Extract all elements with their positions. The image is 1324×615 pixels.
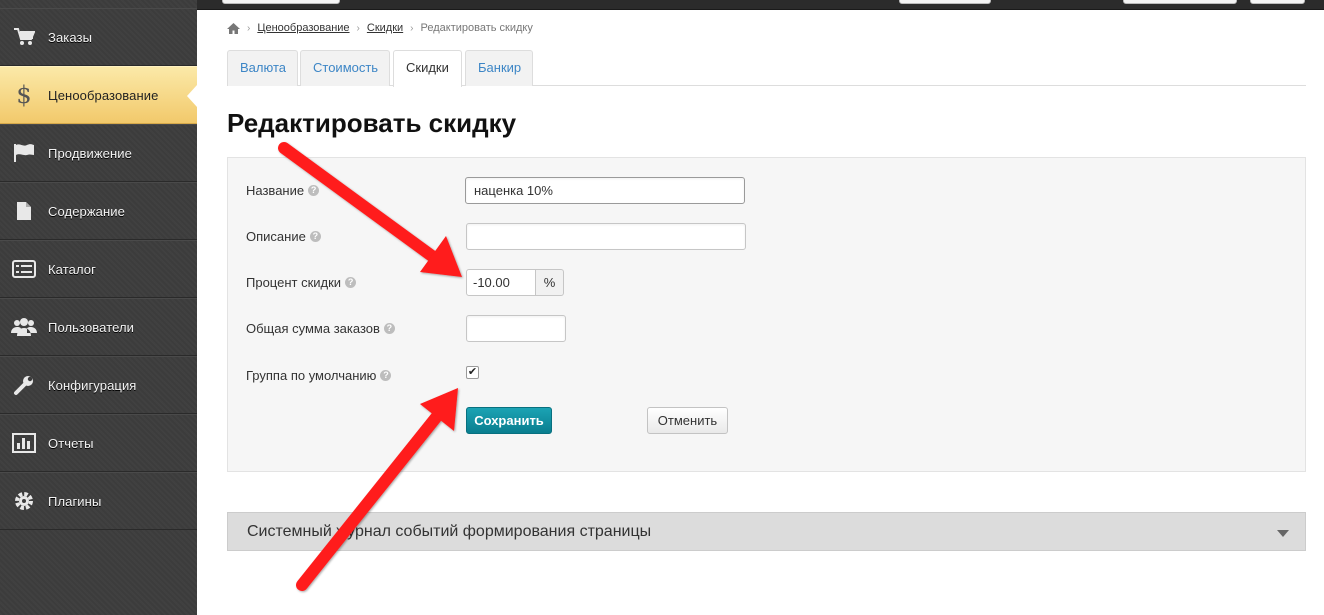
sidebar-item-label: Содержание (48, 203, 125, 219)
breadcrumb-separator: › (247, 22, 251, 34)
list-icon (0, 240, 48, 298)
breadcrumb-current: Редактировать скидку (420, 22, 533, 34)
discount-percent-group: % (466, 269, 564, 296)
tab-bar: Валюта Стоимость Скидки Банкир (227, 50, 1306, 87)
flag-icon (0, 124, 48, 182)
description-label-text: Описание (246, 229, 306, 244)
help-icon[interactable]: ? (383, 323, 395, 334)
chart-icon (0, 414, 48, 472)
gear-icon (0, 472, 48, 530)
tab-cost[interactable]: Стоимость (300, 50, 390, 86)
sidebar: Заказы $ Ценообразование Продвижение Сод… (0, 0, 197, 615)
sidebar-item-label: Продвижение (48, 145, 132, 161)
cancel-button[interactable]: Отменить (647, 407, 728, 434)
save-button[interactable]: Сохранить (466, 407, 552, 434)
help-icon[interactable]: ? (308, 185, 320, 196)
breadcrumb: › Ценообразование › Скидки › Редактирова… (227, 22, 533, 34)
form-panel (227, 157, 1306, 472)
sidebar-item-label: Пользователи (48, 319, 135, 335)
system-log-panel[interactable]: Системный журнал событий формирования ст… (227, 512, 1306, 551)
help-icon[interactable]: ? (309, 231, 321, 242)
dollar-icon: $ (0, 66, 48, 124)
document-icon (0, 182, 48, 240)
top-bar-control[interactable] (899, 0, 991, 4)
sidebar-item-pricing[interactable]: $ Ценообразование (0, 66, 197, 124)
sidebar-item-content[interactable]: Содержание (0, 182, 197, 240)
total-orders-label: Общая сумма заказов ? (246, 321, 395, 336)
system-log-title: Системный журнал событий формирования ст… (247, 523, 652, 540)
home-icon[interactable] (227, 22, 240, 34)
help-icon[interactable]: ? (380, 370, 392, 381)
total-orders-label-text: Общая сумма заказов (246, 321, 380, 336)
sidebar-item-reports[interactable]: Отчеты (0, 414, 197, 472)
tab-banker[interactable]: Банкир (465, 50, 533, 86)
chevron-down-icon[interactable] (1277, 530, 1289, 537)
sidebar-item-plugins[interactable]: Плагины (0, 472, 197, 530)
tab-currency[interactable]: Валюта (227, 50, 298, 86)
total-orders-input[interactable] (466, 315, 566, 342)
top-bar-control[interactable] (1250, 0, 1305, 4)
discount-percent-label-text: Процент скидки (246, 275, 342, 290)
default-group-label-text: Группа по умолчанию (246, 368, 377, 383)
breadcrumb-link-discounts[interactable]: Скидки (367, 22, 403, 34)
sidebar-item-label: Заказы (48, 29, 93, 45)
sidebar-item-users[interactable]: Пользователи (0, 298, 197, 356)
breadcrumb-separator: › (410, 22, 414, 34)
cart-icon (0, 8, 48, 66)
top-bar (0, 0, 1324, 10)
default-group-label: Группа по умолчанию ? (246, 368, 392, 383)
sidebar-item-label: Конфигурация (48, 377, 137, 393)
sidebar-item-label: Ценообразование (48, 87, 159, 103)
tab-discounts[interactable]: Скидки (393, 50, 462, 87)
percent-addon: % (536, 269, 564, 296)
breadcrumb-separator: › (356, 22, 360, 34)
description-input[interactable] (466, 223, 746, 250)
description-label: Описание ? (246, 229, 321, 244)
wrench-icon (0, 356, 48, 414)
sidebar-item-catalog[interactable]: Каталог (0, 240, 197, 298)
top-bar-control[interactable] (1123, 0, 1237, 4)
discount-percent-label: Процент скидки ? (246, 275, 357, 290)
discount-percent-input[interactable] (466, 269, 536, 296)
name-label-text: Название (246, 183, 305, 198)
page-title: Редактировать скидку (227, 108, 517, 138)
sidebar-item-promotion[interactable]: Продвижение (0, 124, 197, 182)
default-group-checkbox[interactable]: ✔ (466, 366, 479, 379)
sidebar-item-label: Каталог (48, 261, 96, 277)
top-bar-control[interactable] (222, 0, 340, 4)
sidebar-item-configuration[interactable]: Конфигурация (0, 356, 197, 414)
breadcrumb-link-pricing[interactable]: Ценообразование (257, 22, 349, 34)
users-icon (0, 298, 48, 356)
svg-text:$: $ (16, 82, 31, 108)
sidebar-item-orders[interactable]: Заказы (0, 8, 197, 66)
help-icon[interactable]: ? (345, 277, 357, 288)
sidebar-item-label: Плагины (48, 493, 102, 509)
sidebar-item-label: Отчеты (48, 435, 94, 451)
name-input[interactable] (465, 177, 745, 204)
name-label: Название ? (246, 183, 320, 198)
